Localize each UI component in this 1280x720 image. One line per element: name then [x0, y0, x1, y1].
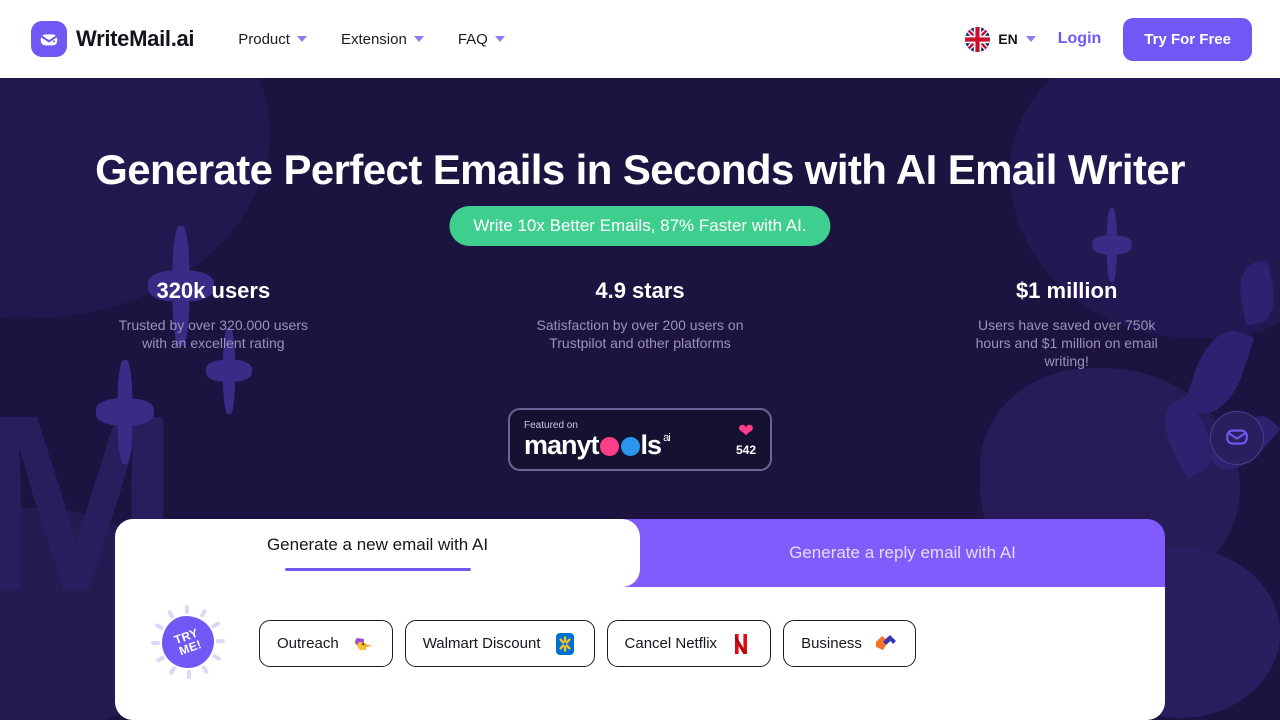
nav-label-faq: FAQ: [457, 30, 488, 48]
stats-row: 320k users Trusted by over 320.000 users…: [0, 278, 1280, 370]
chip-label: Cancel Netflix: [624, 635, 718, 652]
tab-label-reply: Generate a reply email with AI: [789, 543, 1016, 562]
chevron-down-icon: [494, 36, 505, 42]
site-header: WriteMail.ai Product Extension FAQ EN Lo…: [0, 0, 1280, 78]
brand-logo-link[interactable]: WriteMail.ai: [31, 21, 195, 57]
manytools-blue-dot-icon: [620, 437, 640, 456]
stat-value: 320k users: [156, 278, 271, 303]
chip-label: Outreach: [277, 635, 339, 652]
netflix-n-icon: [729, 632, 753, 656]
stat-description: Trusted by over 320.000 users with an ex…: [118, 317, 309, 351]
generator-panel: Generate a reply email with AI Generate …: [115, 519, 1165, 720]
stat-item-savings: $1 million Users have saved over 750k ho…: [853, 278, 1280, 370]
try-for-free-button[interactable]: Try For Free: [1123, 17, 1252, 61]
envelope-chat-icon: [1224, 423, 1250, 454]
login-link[interactable]: Login: [1058, 30, 1102, 48]
handshake-emoji-icon: [874, 632, 898, 656]
sparkle-icon: [96, 360, 154, 464]
chip-cancel-netflix[interactable]: Cancel Netflix: [606, 620, 772, 667]
walmart-spark-icon: [553, 632, 577, 656]
stat-value: 4.9 stars: [595, 278, 685, 303]
duck-emoji-icon: [351, 632, 375, 656]
chat-widget-button[interactable]: [1210, 411, 1264, 465]
uk-flag-icon: [965, 26, 991, 52]
tab-generate-new-email[interactable]: Generate a new email with AI: [115, 519, 640, 587]
manytools-vote-block[interactable]: ❤ 542: [736, 422, 756, 457]
try-me-ray: [187, 670, 191, 679]
language-selector[interactable]: EN: [965, 26, 1036, 52]
header-actions: EN Login Try For Free: [965, 17, 1252, 61]
brand-name: WriteMail.ai: [76, 26, 195, 51]
nav-label-product: Product: [238, 30, 290, 48]
nav-item-extension[interactable]: Extension: [341, 31, 424, 48]
try-me-badge: TRY ME!: [150, 605, 225, 679]
manytools-text-block: Featured on many t ls ai: [524, 420, 671, 460]
manytools-word-part2: t: [590, 430, 600, 460]
main-nav: Product Extension FAQ: [238, 31, 505, 48]
page-title: Generate Perfect Emails in Seconds with …: [95, 146, 1185, 193]
sparkle-icon: [1092, 208, 1132, 282]
try-me-ray: [185, 605, 189, 614]
envelope-logo-icon: [31, 21, 67, 57]
stat-description: Users have saved over 750k hours and $1 …: [975, 317, 1158, 369]
stat-item-rating: 4.9 stars Satisfaction by over 200 users…: [427, 278, 854, 370]
chip-walmart-discount[interactable]: Walmart Discount: [404, 620, 595, 667]
chip-label: Business: [801, 635, 862, 652]
try-me-ray: [210, 620, 221, 629]
chevron-down-icon: [413, 36, 424, 42]
try-me-ray: [216, 639, 225, 643]
heart-icon: ❤: [738, 421, 754, 442]
hero-subtitle-badge: Write 10x Better Emails, 87% Faster with…: [449, 206, 831, 246]
chip-outreach[interactable]: Outreach: [259, 620, 393, 667]
chevron-down-icon: [1025, 36, 1036, 42]
preset-chips-row: Outreach Walmart Discount Cancel Netflix…: [259, 620, 916, 667]
nav-item-product[interactable]: Product: [238, 31, 307, 48]
chip-business[interactable]: Business: [783, 620, 916, 667]
try-me-ray: [201, 664, 210, 675]
try-me-ray: [151, 641, 160, 645]
tab-label-new: Generate a new email with AI: [266, 535, 489, 554]
try-me-ray: [199, 608, 208, 619]
chip-label: Walmart Discount: [422, 635, 541, 652]
nav-item-faq[interactable]: FAQ: [458, 31, 505, 48]
active-tab-indicator: [284, 568, 471, 571]
stat-item-users: 320k users Trusted by over 320.000 users…: [0, 278, 427, 370]
try-me-blob: TRY ME!: [162, 616, 214, 668]
try-me-ray: [166, 609, 175, 620]
panel-tabs: Generate a reply email with AI Generate …: [115, 519, 1165, 587]
nav-label-extension: Extension: [340, 30, 407, 48]
try-me-ray: [211, 653, 222, 662]
page-root: WriteMail.ai Product Extension FAQ EN Lo…: [0, 0, 1280, 720]
stat-description: Satisfaction by over 200 users on Trustp…: [536, 317, 744, 351]
chevron-down-icon: [296, 36, 307, 42]
try-me-ray: [154, 622, 165, 631]
manytools-superscript: ai: [663, 432, 671, 444]
manytools-word-part3: ls: [640, 430, 663, 460]
panel-body: TRY ME! Outreach Walmart Discount Cancel…: [115, 587, 1165, 720]
try-me-ray: [168, 665, 177, 676]
try-me-ray: [155, 655, 166, 664]
stat-value: $1 million: [1015, 278, 1118, 303]
manytools-wordmark: many t ls ai: [524, 430, 671, 460]
try-me-text: TRY ME!: [172, 626, 203, 659]
manytools-featured-badge[interactable]: Featured on many t ls ai ❤ 542: [508, 408, 772, 471]
manytools-word-part1: many: [524, 430, 592, 460]
manytools-pink-dot-icon: [599, 437, 619, 456]
manytools-vote-count: 542: [735, 443, 756, 457]
language-label: EN: [998, 31, 1018, 47]
